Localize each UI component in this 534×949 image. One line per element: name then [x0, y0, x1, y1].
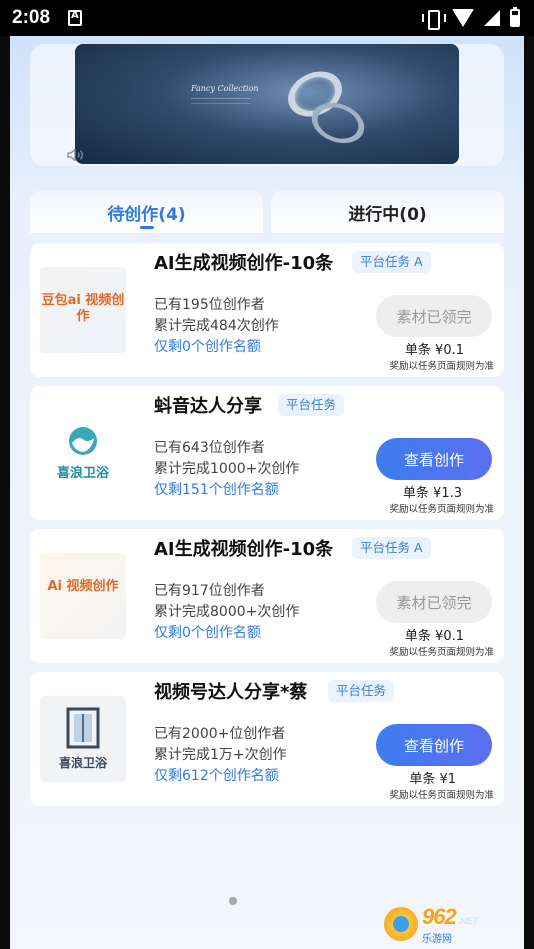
tab-in-progress-label: 进行中(0) [348, 204, 427, 225]
creator-count: 已有2000+位创作者 [154, 726, 286, 742]
task-title: AI生成视频创作-10条 [154, 539, 334, 560]
tab-pending[interactable]: 待创作(4) [30, 191, 263, 233]
task-tabs: 待创作(4) 进行中(0) [30, 191, 504, 233]
platform-task-tag: 平台任务 A [352, 251, 431, 273]
task-card[interactable]: Ai 视频创作 AI生成视频创作-10条 平台任务 A 已有917位创作者 累计… [30, 529, 504, 663]
task-thumbnail: Ai 视频创作 [40, 553, 126, 639]
brand-logo-icon [69, 427, 97, 455]
task-thumbnail: 喜浪卫浴 [40, 696, 126, 782]
banner-image[interactable]: Fancy Collection [75, 44, 459, 164]
unit-price: 单条 ¥1.3 [402, 486, 462, 501]
thumbnail-logo-text: 豆包ai 视频创作 [41, 293, 125, 324]
unit-price: 单条 ¥1 [409, 772, 456, 787]
banner-title: Fancy Collection [191, 84, 259, 93]
creator-count: 已有643位创作者 [154, 440, 265, 456]
creator-count: 已有917位创作者 [154, 583, 265, 599]
thumbnail-logo-text: Ai 视频创作 [47, 579, 119, 594]
materials-exhausted-button[interactable]: 素材已领完 [376, 581, 492, 623]
platform-task-tag: 平台任务 [278, 394, 345, 416]
reward-note: 奖励以任务页面规则为准 [389, 361, 494, 372]
watermark-logo-icon [384, 907, 418, 941]
watermark-brand: 962 [422, 903, 457, 929]
tab-active-indicator [139, 226, 154, 229]
completed-count: 累计完成484次创作 [154, 318, 279, 334]
view-creation-button[interactable]: 查看创作 [376, 438, 492, 480]
shower-room-icon [66, 707, 100, 749]
thumbnail-logo-text: 喜浪卫浴 [56, 466, 109, 481]
remaining-slots: 仅剩0个创作名额 [154, 625, 261, 641]
watermark-subtitle: 乐游网 [422, 933, 452, 945]
view-creation-button[interactable]: 查看创作 [376, 724, 492, 766]
task-title: 蚪音达人分享 [154, 396, 262, 417]
battery-icon [510, 7, 520, 27]
banner-carousel[interactable]: Fancy Collection [30, 44, 504, 166]
thumbnail-logo-text: 喜浪卫浴 [58, 756, 107, 770]
app-screen: Fancy Collection 待创作(4) 进行中(0) 豆包ai 视频创作… [10, 36, 524, 949]
task-card[interactable]: 喜浪卫浴 视频号达人分享*蔡 平台任务 已有2000+位创作者 累计完成1万+次… [30, 672, 504, 806]
platform-task-tag: 平台任务 [328, 680, 395, 702]
task-thumbnail: 豆包ai 视频创作 [40, 267, 126, 353]
remaining-slots: 仅剩151个创作名额 [154, 482, 279, 498]
completed-count: 累计完成8000+次创作 [154, 604, 300, 620]
completed-count: 累计完成1000+次创作 [154, 461, 300, 477]
status-time: 2:08 [12, 7, 51, 28]
site-watermark: 962 .NET 乐游网 [384, 903, 512, 945]
unit-price: 单条 ¥0.1 [404, 629, 464, 644]
tab-in-progress[interactable]: 进行中(0) [271, 191, 504, 233]
banner-subtitle-line [191, 98, 251, 104]
task-thumbnail: 喜浪卫浴 [40, 410, 126, 496]
task-title: 视频号达人分享*蔡 [154, 682, 308, 703]
vibrate-icon [422, 10, 446, 30]
task-card[interactable]: 豆包ai 视频创作 AI生成视频创作-10条 平台任务 A 已有195位创作者 … [30, 243, 504, 377]
speaker-icon[interactable] [67, 148, 85, 162]
task-card[interactable]: 喜浪卫浴 蚪音达人分享 平台任务 已有643位创作者 累计完成1000+次创作 … [30, 386, 504, 520]
sim-card-icon [68, 10, 83, 26]
wifi-icon [452, 9, 474, 27]
reward-note: 奖励以任务页面规则为准 [389, 647, 494, 658]
platform-task-tag: 平台任务 A [352, 537, 431, 559]
remaining-slots: 仅剩0个创作名额 [154, 339, 261, 355]
watermark-suffix: .NET [457, 915, 479, 926]
task-title: AI生成视频创作-10条 [154, 253, 334, 274]
unit-price: 单条 ¥0.1 [404, 343, 464, 358]
signal-icon [484, 10, 500, 26]
reward-note: 奖励以任务页面规则为准 [389, 504, 494, 515]
tab-pending-label: 待创作(4) [107, 204, 186, 225]
materials-exhausted-button[interactable]: 素材已领完 [376, 295, 492, 337]
creator-count: 已有195位创作者 [154, 297, 265, 313]
status-bar: 2:08 [0, 0, 534, 36]
completed-count: 累计完成1万+次创作 [154, 747, 287, 763]
remaining-slots: 仅剩612个创作名额 [154, 768, 279, 784]
page-indicator-dot [229, 897, 237, 905]
reward-note: 奖励以任务页面规则为准 [389, 790, 494, 801]
